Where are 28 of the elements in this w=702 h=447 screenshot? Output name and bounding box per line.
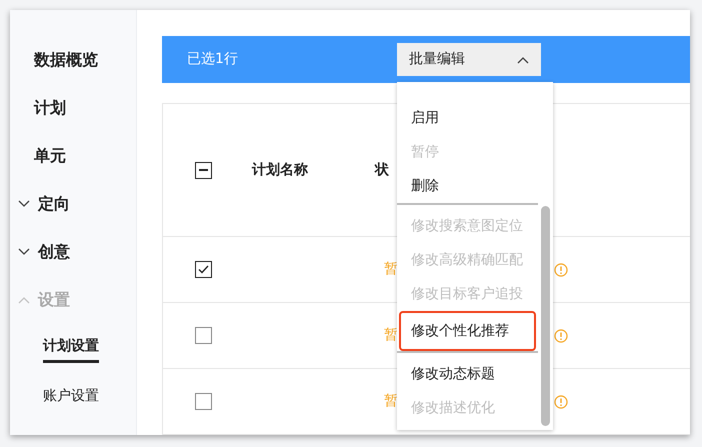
menu-item[interactable]: 删除 — [399, 169, 536, 203]
selection-count: 已选1行 — [187, 50, 239, 69]
chevron-up-icon — [517, 56, 529, 64]
scrollbar[interactable] — [541, 206, 550, 426]
bulk-edit-dropdown[interactable]: 批量编辑 — [397, 43, 541, 76]
status-text: 暂 — [384, 326, 398, 345]
sidebar-item[interactable]: 创意 — [38, 240, 70, 264]
checkbox[interactable] — [195, 261, 212, 278]
warning-icon — [554, 394, 568, 408]
sidebar-item[interactable]: 数据概览 — [34, 48, 98, 72]
menu-item[interactable]: 启用 — [399, 101, 536, 135]
menu-item[interactable]: 修改个性化推荐 — [399, 311, 536, 351]
warning-icon — [554, 328, 568, 342]
checkbox[interactable] — [195, 393, 212, 410]
checkbox[interactable] — [195, 162, 212, 178]
status-text: 暂 — [384, 260, 398, 279]
menu-item[interactable]: 修改动态标题 — [399, 357, 536, 391]
sidebar-item[interactable]: 单元 — [34, 144, 66, 168]
column-header: 状 — [375, 160, 389, 180]
warning-icon — [554, 262, 568, 276]
checkbox[interactable] — [195, 327, 212, 344]
sidebar-item[interactable]: 定向 — [38, 192, 70, 216]
status-text: 暂 — [384, 392, 398, 411]
check-icon — [198, 265, 209, 274]
column-header: 计划名称 — [250, 160, 309, 180]
sidebar-item[interactable]: 计划 — [34, 96, 66, 120]
sidebar-item[interactable]: 账户设置 — [43, 386, 99, 412]
sidebar-item[interactable]: 计划设置 — [43, 336, 99, 362]
